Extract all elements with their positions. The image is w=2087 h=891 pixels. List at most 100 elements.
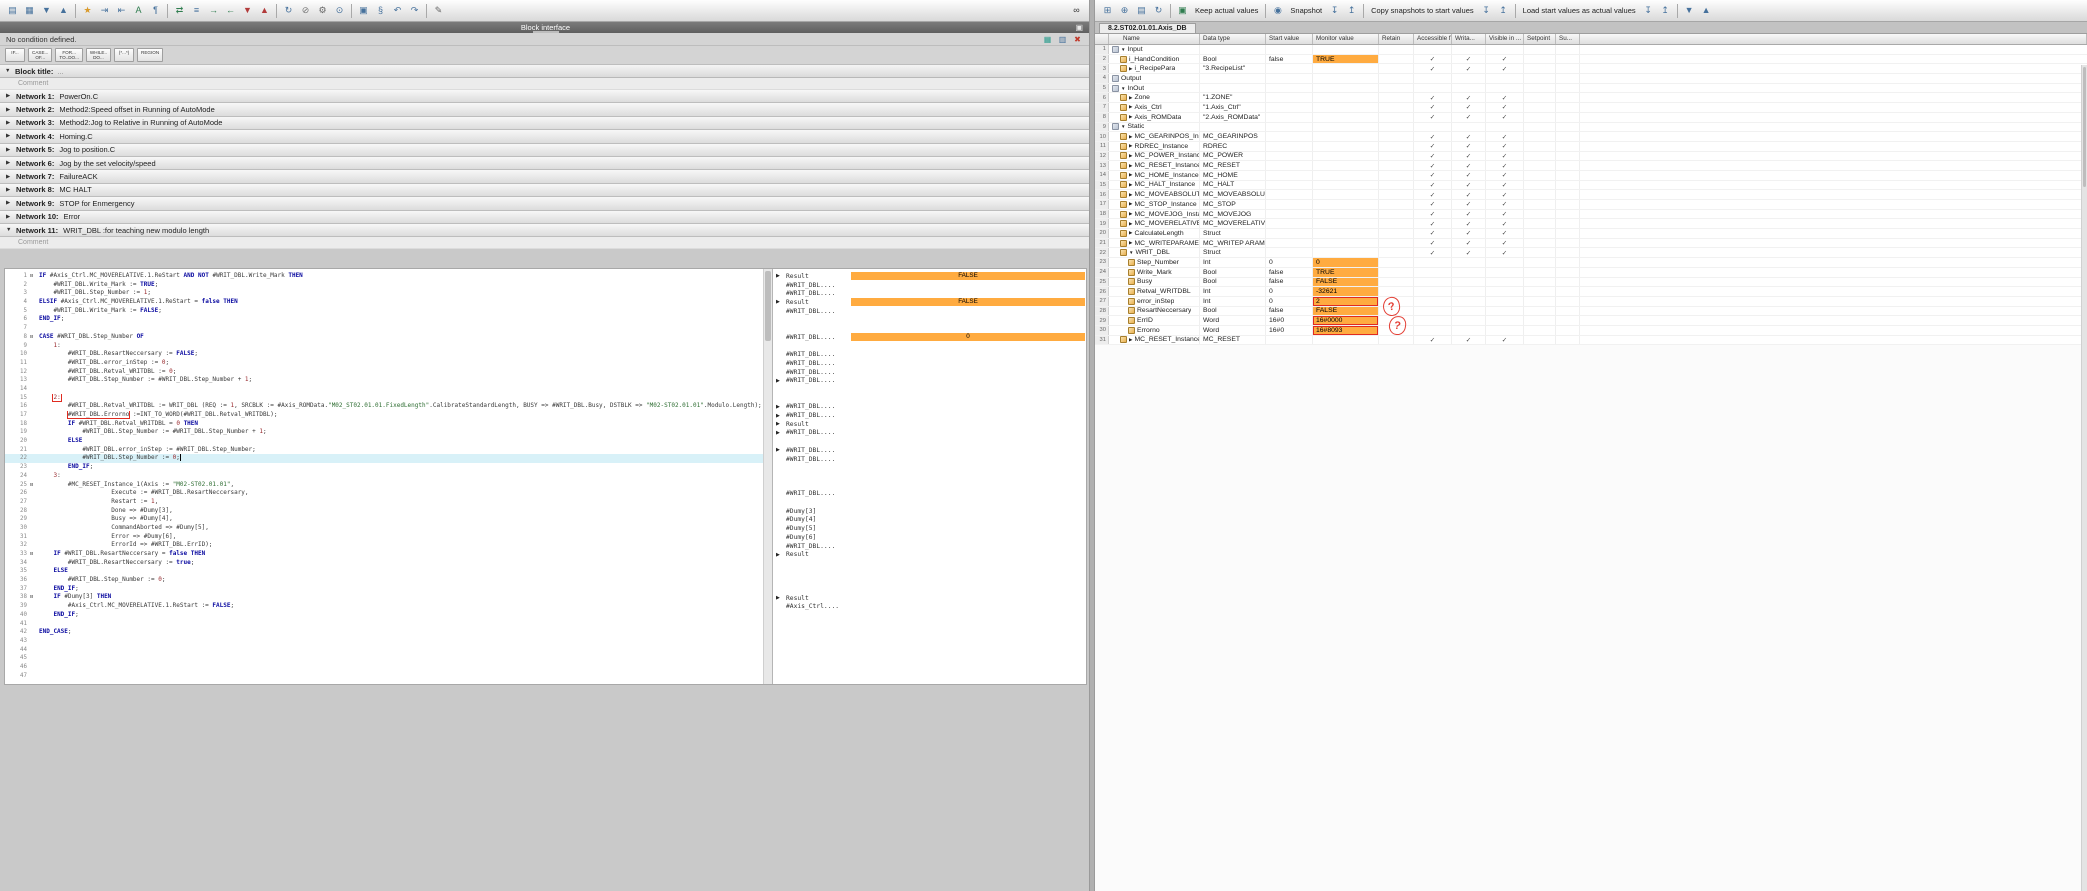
network-expand-icon[interactable]: ▶ [6,200,16,206]
code-line[interactable]: 4ELSIF #Axis_Ctrl.MC_MOVERELATIVE.1.ReSt… [5,298,763,307]
network-expand-icon[interactable]: ▶ [6,187,16,193]
table-row[interactable]: 16▶MC_MOVEABSOLUTE_...MC_MOVEABSOLUTE✓✓✓ [1095,190,2087,200]
region-icon[interactable]: § [373,3,388,18]
snippet-case[interactable]: CASE...OF... [28,48,52,62]
row-expand-icon[interactable]: ▶ [1129,153,1132,159]
code-line[interactable]: 1⊟IF #Axis_Ctrl.MC_MOVERELATIVE.1.ReStar… [5,272,763,281]
network-expand-icon[interactable]: ▶ [6,107,16,113]
code-line[interactable]: 42END_CASE; [5,628,763,637]
network-row[interactable]: ▶Network 6:Jog by the set velocity/speed [0,157,1091,170]
row-expand-icon[interactable]: ▶ [1129,182,1132,188]
previous-error-icon[interactable]: ▲ [257,3,272,18]
code-line[interactable]: 6END_IF; [5,315,763,324]
network-expand-icon[interactable]: ▶ [6,93,16,99]
network-comment[interactable]: Comment [0,237,1091,249]
table-row[interactable]: 29ErrIDWord16#016#0000 [1095,316,2087,326]
column-header[interactable]: Retain [1379,34,1414,44]
code-line[interactable]: 30 CommandAborted => #Dumy[5], [5,524,763,533]
editor-scrollbar-thumb[interactable] [765,271,771,341]
reset-start-values-icon[interactable]: ▤ [1134,3,1149,18]
table-row[interactable]: 25BusyBoolfalseFALSE [1095,278,2087,288]
code-line[interactable]: 33⊟ IF #WRIT_DBL.ResartNeccersary = fals… [5,550,763,559]
code-line[interactable]: 12 #WRIT_DBL.Retval_WRITDBL := 0; [5,368,763,377]
load-start-values-button[interactable]: Load start values as actual values [1519,6,1640,15]
code-line[interactable]: 37 END_IF; [5,585,763,594]
code-line[interactable]: 20 ELSE [5,437,763,446]
table-row[interactable]: 12▶MC_POWER_InstanceMC_POWER✓✓✓ [1095,152,2087,162]
table-row[interactable]: 24Write_MarkBoolfalseTRUE [1095,268,2087,278]
table-scrollbar[interactable] [2081,65,2087,891]
insert-network-icon[interactable]: ▤ [5,3,20,18]
code-line[interactable]: 47 [5,672,763,681]
code-line[interactable]: 5 #WRIT_DBL.Write_Mark := FALSE; [5,307,763,316]
code-line[interactable]: 43 [5,637,763,646]
code-line[interactable]: 41 [5,620,763,629]
block-title-row[interactable]: ▼ Block title: ... [0,65,1091,78]
snapshot-button[interactable]: Snapshot [1286,6,1326,15]
row-expand-icon[interactable]: ▶ [1129,240,1132,246]
table-row[interactable]: 31▶MC_RESET_Instance_1MC_RESET✓✓✓ [1095,336,2087,346]
row-expand-icon[interactable]: ▼ [1129,250,1133,255]
code-line[interactable]: 28 Done => #Dumy[3], [5,507,763,516]
row-expand-icon[interactable]: ▶ [1129,134,1132,140]
row-expand-icon[interactable]: ▶ [1129,143,1132,149]
table-row[interactable]: 1▼Input [1095,45,2087,55]
code-line[interactable]: 22 #WRIT_DBL.Step_Number := 0; [5,454,763,463]
code-line[interactable]: 39 #Axis_Ctrl.MC_MOVERELATIVE.1.ReStart … [5,602,763,611]
code-line[interactable]: 9 1: [5,342,763,351]
row-expand-icon[interactable]: ▼ [1121,86,1125,91]
goto-next-icon[interactable]: → [206,3,221,18]
redo-icon[interactable]: ↷ [407,3,422,18]
block-title-placeholder[interactable]: ... [57,67,63,76]
table-row[interactable]: 26Retval_WRITDBLInt0-32621 [1095,287,2087,297]
code-line[interactable]: 21 #WRIT_DBL.error_inStep := #WRIT_DBL.S… [5,446,763,455]
table-row[interactable]: 23Step_NumberInt00 [1095,258,2087,268]
undo-icon[interactable]: ↶ [390,3,405,18]
next-error-icon[interactable]: ▼ [240,3,255,18]
uppercase-icon[interactable]: A [131,3,146,18]
row-expand-icon[interactable]: ▶ [1129,114,1132,120]
code-line[interactable]: 17 #WRIT_DBL.Errorno :=INT_TO_WORD(#WRIT… [5,411,763,420]
favorites-icon[interactable]: ★ [80,3,95,18]
keep-actual-values-icon[interactable]: ▣ [1175,3,1190,18]
refresh-icon[interactable]: ↻ [1151,3,1166,18]
table-row[interactable]: 7▶Axis_Ctrl"1.Axis_Ctrl"✓✓✓ [1095,103,2087,113]
row-expand-icon[interactable]: ▶ [1129,230,1132,236]
table-row[interactable]: 27error_inStepInt02 [1095,297,2087,307]
row-expand-icon[interactable]: ▶ [1129,95,1132,101]
snippet-region[interactable]: REGION [137,48,163,62]
table-row[interactable]: 10▶MC_GEARINPOS_Insta...MC_GEARINPOS✓✓✓ [1095,132,2087,142]
code-line[interactable]: 38⊟ IF #Dumy[3] THEN [5,593,763,602]
table-row[interactable]: 22▼WRIT_DBLStruct✓✓✓ [1095,248,2087,258]
filter-columns-icon[interactable]: ▦ [1041,34,1054,45]
table-scrollbar-thumb[interactable] [2083,67,2086,187]
column-header[interactable]: Accessible f... [1414,34,1452,44]
table-row[interactable]: 21▶MC_WRITEPARAMETER...MC_WRITEP ARAME..… [1095,239,2087,249]
row-expand-icon[interactable]: ▶ [1129,211,1132,217]
insert-block-icon[interactable]: ▦ [22,3,37,18]
network-expand-icon[interactable]: ▼ [6,227,16,233]
row-expand-icon[interactable]: ▶ [1129,163,1132,169]
monitoring-glasses-icon[interactable]: ∞ [1069,3,1084,18]
network-row[interactable]: ▶Network 7:FailureACK [0,170,1091,183]
code-line[interactable]: 46 [5,663,763,672]
code-line[interactable]: 14 [5,385,763,394]
expand-members-icon[interactable]: ▼ [1682,3,1697,18]
search-icon[interactable]: ⊙ [332,3,347,18]
table-header[interactable]: NameData typeStart valueMonitor valueRet… [1095,34,2087,45]
code-line[interactable]: 36 #WRIT_DBL.Step_Number := 0; [5,576,763,585]
compile-icon[interactable]: ⚙ [315,3,330,18]
column-header[interactable]: Start value [1266,34,1313,44]
snapshot-download-icon[interactable]: ↧ [1327,3,1342,18]
network-row[interactable]: ▶Network 10:Error [0,211,1091,224]
block-title-collapse-icon[interactable]: ▼ [5,68,15,74]
table-row[interactable]: 18▶MC_MOVEJOG_InstanceMC_MOVEJOG✓✓✓ [1095,210,2087,220]
code-line[interactable]: 24 3: [5,472,763,481]
code-line[interactable]: 13 #WRIT_DBL.Step_Number := #WRIT_DBL.St… [5,376,763,385]
table-view-icon[interactable]: ▥ [1056,34,1069,45]
row-expand-icon[interactable]: ▶ [1129,172,1132,178]
code-line[interactable]: 15 2: [5,394,763,403]
code-line[interactable]: 35 ELSE [5,567,763,576]
snippet-comment[interactable]: (*...*) [114,48,134,62]
network-expand-icon[interactable]: ▶ [6,214,16,220]
